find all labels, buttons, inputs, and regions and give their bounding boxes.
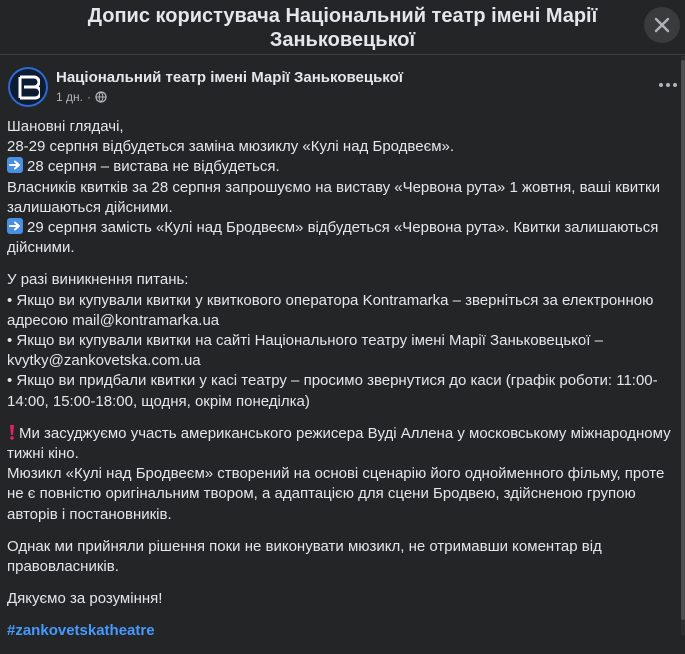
post-header: Національний театр імені Марії Заньковец… — [8, 65, 678, 113]
text-line: • Якщо ви придбали квитки у касі театру … — [7, 372, 658, 390]
text-line: авторів і постановників. — [7, 505, 172, 523]
paragraph-decision: Однак ми прийняли рішення поки не викону… — [7, 537, 667, 577]
hashtag-link[interactable]: #zankovetskatheatre — [7, 621, 667, 641]
exclamation-icon — [10, 424, 14, 440]
close-button[interactable] — [644, 7, 680, 43]
text-line: Мюзикл «Кулі над Бродвеєм» створений на … — [7, 465, 665, 483]
paragraph-thanks: Дякуємо за розуміння! — [7, 589, 667, 609]
arrow-right-icon — [7, 157, 23, 174]
text-line: Ми засуджуємо участь американського режи… — [7, 424, 671, 444]
paragraph-intro: Шановні глядачі, 28-29 серпня відбудетьс… — [7, 117, 667, 258]
theatre-logo-icon — [18, 75, 40, 100]
text-line: • Якщо ви купували квитки у квиткового о… — [7, 291, 654, 309]
paragraph-questions: У разі виникнення питань: • Якщо ви купу… — [7, 270, 667, 411]
scrollbar-thumb[interactable] — [681, 60, 685, 620]
text-line: дійсними. — [7, 239, 75, 257]
more-dots-icon — [659, 83, 677, 87]
close-icon — [654, 17, 670, 33]
more-options-button[interactable] — [658, 75, 678, 95]
post-author[interactable]: Національний театр імені Марії Заньковец… — [56, 69, 403, 86]
paragraph-hashtag: #zankovetskatheatre — [7, 621, 667, 641]
post-text: Шановні глядачі, 28-29 серпня відбудетьс… — [7, 117, 671, 654]
meta-separator: · — [86, 90, 91, 104]
text-line: тижні кіно. — [7, 445, 79, 463]
text-line: 28-29 серпня відбудеться заміна мюзиклу … — [7, 138, 455, 156]
text-line: адресою mail@kontramarka.ua — [7, 311, 220, 329]
text-line: У разі виникнення питань: — [7, 271, 189, 289]
arrow-right-icon — [7, 218, 23, 235]
avatar[interactable] — [8, 67, 48, 107]
text-line: залишаються дійсними. — [7, 198, 173, 216]
dialog-header: Допис користувача Національний театр іме… — [0, 0, 685, 55]
dialog-title: Допис користувача Національний театр іме… — [87, 5, 598, 51]
text-line: 14:00, 15:00-18:00, щодня, окрім понеділ… — [7, 392, 310, 410]
text-line: правовласників. — [7, 558, 119, 576]
text-line: kvytky@zankovetska.com.ua — [7, 352, 201, 370]
text-line: Однак ми прийняли рішення поки не викону… — [7, 537, 602, 555]
text-line: Власників квитків за 28 серпня запрошуєм… — [7, 178, 660, 196]
text-line: не є повністю оригінальним твором, а ада… — [7, 485, 636, 503]
globe-icon[interactable] — [95, 91, 107, 103]
text-line: • Якщо ви купували квитки на сайті Націо… — [7, 332, 603, 350]
paragraph-statement: Ми засуджуємо участь американського режи… — [7, 424, 671, 525]
post-time[interactable]: 1 дн. — [56, 90, 83, 104]
post-dialog: Допис користувача Національний театр іме… — [0, 0, 685, 639]
text-line: 28 серпня – вистава не відбудеться. — [7, 157, 667, 177]
text-line: 29 серпня замість «Кулі над Бродвеєм» ві… — [7, 218, 667, 238]
text-line: Дякуємо за розуміння! — [7, 590, 163, 608]
text-line: Шановні глядачі, — [7, 118, 124, 135]
post-meta: 1 дн. · — [56, 90, 107, 104]
